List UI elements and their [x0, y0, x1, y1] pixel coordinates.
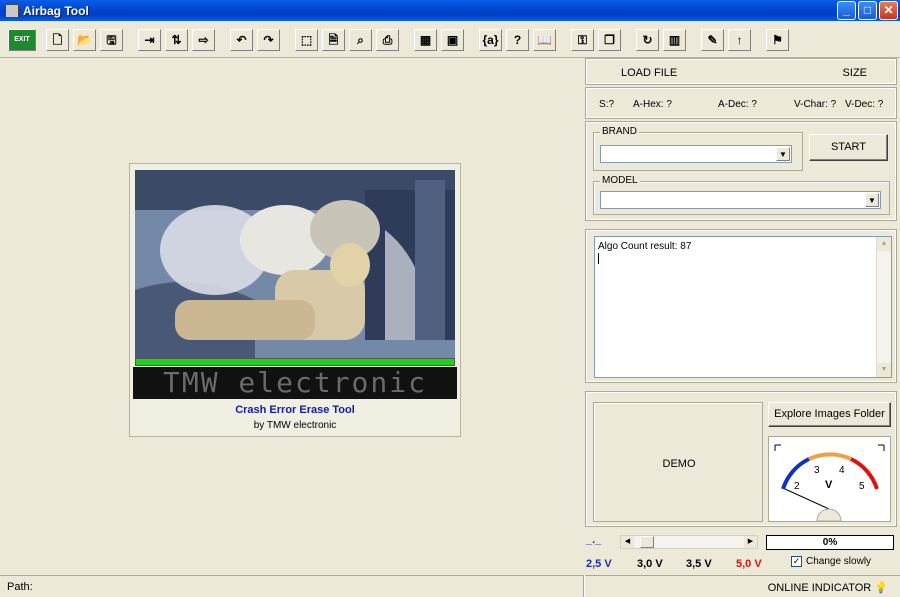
scroll-right-icon[interactable]: ▶: [744, 536, 757, 548]
status-separator: [583, 575, 585, 597]
scroll-up-icon[interactable]: ▲: [877, 237, 891, 251]
close-button[interactable]: ✕: [879, 1, 898, 20]
redo-icon[interactable]: ↷: [257, 29, 280, 51]
swap-icon[interactable]: ⇅: [165, 29, 188, 51]
memo-scrollbar[interactable]: ▲ ▼: [876, 237, 891, 377]
new-file-icon[interactable]: 🗋: [46, 29, 69, 51]
maximize-button[interactable]: □: [858, 1, 877, 20]
key-icon[interactable]: ⚿: [571, 29, 594, 51]
select-icon[interactable]: ⬚: [295, 29, 318, 51]
calculator-icon[interactable]: ▦: [414, 29, 437, 51]
print-icon[interactable]: ⎙: [376, 29, 399, 51]
path-label: Path:: [7, 581, 33, 593]
voltage-slider-row: _._ ◀ ▶ 0%: [584, 530, 898, 552]
change-slowly-label: Change slowly: [806, 556, 872, 567]
chevron-down-icon[interactable]: ▼: [776, 147, 790, 161]
splash-title: Crash Error Erase Tool: [235, 404, 355, 416]
minimize-button[interactable]: _: [837, 1, 856, 20]
v-char-value: V-Char: ?: [794, 99, 837, 110]
brand-model-panel: BRAND ▼ START MODEL ▼: [585, 121, 897, 221]
online-indicator: ONLINE INDICATOR 💡: [767, 582, 888, 594]
brand-group: BRAND ▼: [593, 126, 803, 171]
output-panel: Algo Count result: 87 ▲ ▼: [585, 229, 897, 383]
v-dec-value: V-Dec: ?: [845, 99, 884, 110]
model-group: MODEL ▼: [593, 175, 890, 215]
refresh-icon[interactable]: ↻: [636, 29, 659, 51]
status-bar: Path: ONLINE INDICATOR 💡: [0, 575, 900, 597]
slider-thumb[interactable]: [640, 536, 654, 548]
gauge-tick: 3: [814, 465, 820, 476]
brand-select[interactable]: ▼: [600, 145, 792, 163]
bulb-icon: 💡: [874, 582, 888, 594]
hex-view-icon[interactable]: ▥: [663, 29, 686, 51]
crash-test-image: [135, 170, 455, 358]
scroll-down-icon[interactable]: ▼: [877, 363, 891, 377]
info-panel: S:? A-Hex: ? A-Dec: ? V-Char: ? V-Dec: ?: [585, 87, 897, 119]
load-progress-bar: [135, 358, 455, 366]
a-hex-value: A-Hex: ?: [633, 99, 672, 110]
algo-icon[interactable]: {a}: [479, 29, 502, 51]
help-icon[interactable]: ?: [506, 29, 529, 51]
chevron-down-icon[interactable]: ▼: [865, 193, 879, 207]
window-title: Airbag Tool: [23, 3, 89, 18]
model-label: MODEL: [600, 175, 640, 186]
checksum-icon[interactable]: 🗎: [322, 29, 345, 51]
chip-icon[interactable]: ▣: [441, 29, 464, 51]
demo-label: DEMO: [662, 458, 696, 470]
voltage-3-0: 3,0 V: [637, 558, 663, 570]
voltage-5-0: 5,0 V: [736, 558, 762, 570]
voltage-3-5: 3,5 V: [686, 558, 712, 570]
demo-box: DEMO: [593, 402, 763, 522]
app-icon: [5, 3, 19, 18]
voltage-slider[interactable]: ◀ ▶: [620, 535, 758, 549]
model-select[interactable]: ▼: [600, 191, 881, 209]
gauge-unit: V: [825, 479, 833, 491]
splash-panel: TMW electronic Crash Error Erase Tool by…: [129, 163, 461, 437]
gauge-tick: 2: [794, 481, 800, 492]
scroll-left-icon[interactable]: ◀: [621, 536, 634, 548]
explore-images-button[interactable]: Explore Images Folder: [768, 402, 891, 427]
slider-label: _._: [586, 534, 602, 546]
title-bar: Airbag Tool _ □ ✕: [0, 0, 900, 21]
gauge-tick: 5: [859, 481, 865, 492]
copy-icon[interactable]: ❐: [598, 29, 621, 51]
start-button[interactable]: START: [809, 134, 888, 161]
find-icon[interactable]: ⌕: [349, 29, 372, 51]
splash-subtitle: by TMW electronic: [253, 420, 337, 431]
import-icon[interactable]: ⇥: [138, 29, 161, 51]
export-icon[interactable]: ⇨: [192, 29, 215, 51]
led-banner: TMW electronic: [133, 367, 457, 399]
load-file-label[interactable]: LOAD FILE: [621, 67, 677, 79]
memo-line: Algo Count result: 87: [598, 241, 692, 252]
percent-display: 0%: [766, 535, 894, 550]
gauge-panel: DEMO Explore Images Folder 2 3 4 5 V: [585, 391, 897, 527]
checkbox-check-icon[interactable]: ✓: [791, 556, 802, 567]
output-memo[interactable]: Algo Count result: 87 ▲ ▼: [594, 236, 892, 378]
undo-icon[interactable]: ↶: [230, 29, 253, 51]
gauge-tick: 4: [839, 465, 845, 476]
voltage-2-5: 2,5 V: [586, 558, 612, 570]
open-folder-icon[interactable]: 📂: [73, 29, 96, 51]
brand-label: BRAND: [600, 126, 640, 137]
s-value: S:?: [599, 99, 615, 110]
wizard-icon[interactable]: ⚑: [766, 29, 789, 51]
manual-icon[interactable]: 📖: [533, 29, 556, 51]
toolbar: EXIT 🗋 📂 🖫 ⇥ ⇅ ⇨ ↶ ↷ ⬚ 🗎 ⌕ ⎙ ▦ ▣ {a}? 📖 ⚿ ❐ ↻ ▥ ✎ ↑ ⚑: [0, 21, 900, 58]
save-icon[interactable]: 🖫: [100, 29, 123, 51]
a-dec-value: A-Dec: ?: [718, 99, 757, 110]
text-caret: [598, 253, 599, 264]
change-slowly-checkbox[interactable]: ✓ Change slowly: [791, 556, 871, 567]
exit-button[interactable]: EXIT: [8, 29, 36, 51]
voltage-gauge: 2 3 4 5 V: [768, 436, 891, 522]
new-entry-icon[interactable]: ✎: [701, 29, 724, 51]
size-label: SIZE: [842, 67, 867, 79]
load-file-panel[interactable]: LOAD FILE SIZE: [585, 58, 897, 85]
upload-icon[interactable]: ↑: [728, 29, 751, 51]
right-panel: LOAD FILE SIZE S:? A-Hex: ? A-Dec: ? V-C…: [584, 58, 898, 574]
